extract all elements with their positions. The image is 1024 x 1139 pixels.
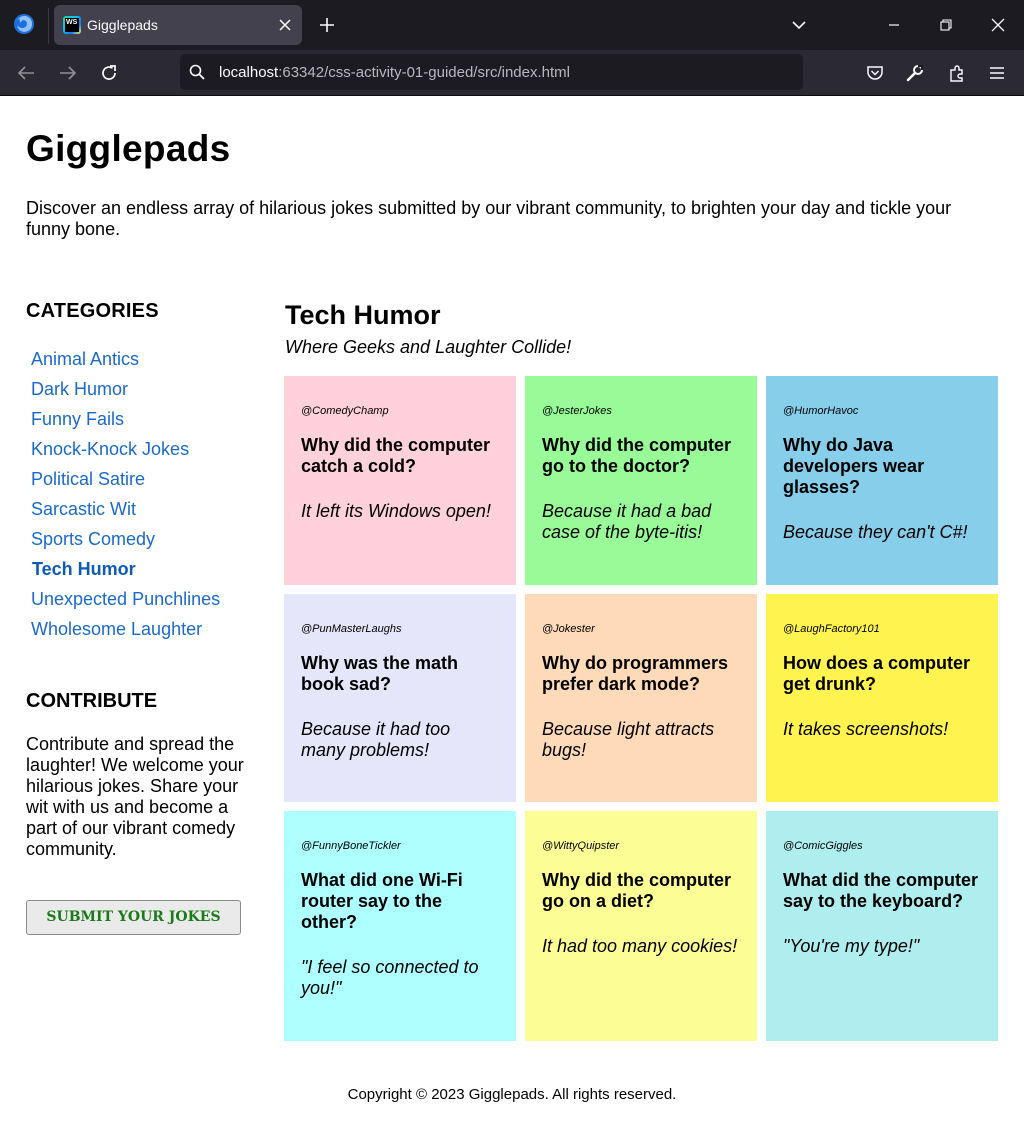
joke-answer: Because light attracts bugs! <box>542 719 715 760</box>
joke-card: @LaughFactory101 How does a computer get… <box>766 594 998 802</box>
browser-titlebar: WS Gigglepads <box>0 0 1024 50</box>
tab-title: Gigglepads <box>87 17 158 33</box>
joke-author: @JesterJokes <box>542 405 612 417</box>
joke-card: @WittyQuipster Why did the computer go o… <box>525 811 757 1041</box>
category-link-sports-comedy[interactable]: Sports Comedy <box>31 529 155 549</box>
joke-question: What did one Wi-Fi router say to the oth… <box>301 870 463 932</box>
section-subtitle: Where Geeks and Laughter Collide! <box>285 337 572 357</box>
category-item: Sports Comedy <box>26 529 246 559</box>
sidebar: CATEGORIES Animal Antics Dark Humor Funn… <box>26 300 246 649</box>
joke-author: @Jokester <box>542 623 595 635</box>
category-link-wholesome-laughter[interactable]: Wholesome Laughter <box>31 619 202 639</box>
joke-answer: "You're my type!" <box>783 936 920 956</box>
joke-question: Why did the computer catch a cold? <box>301 435 490 476</box>
joke-question: What did the computer say to the keyboar… <box>783 870 978 911</box>
joke-card: @JesterJokes Why did the computer go to … <box>525 376 757 585</box>
joke-author: @HumorHavoc <box>783 405 859 417</box>
search-icon <box>188 63 206 81</box>
webstorm-icon: WS <box>63 16 81 34</box>
category-link-animal-antics[interactable]: Animal Antics <box>31 349 139 369</box>
joke-answer: Because it had a bad case of the byte-it… <box>542 501 712 542</box>
category-list: Animal Antics Dark Humor Funny Fails Kno… <box>26 349 246 649</box>
contribute-text: Contribute and spread the laughter! We w… <box>26 734 244 859</box>
category-item: Funny Fails <box>26 409 246 439</box>
joke-answer: Because it had too many problems! <box>301 719 451 760</box>
joke-question: Why do Java developers wear glasses? <box>783 435 925 497</box>
contribute-heading: CONTRIBUTE <box>26 690 158 712</box>
section-title: Tech Humor <box>285 300 441 330</box>
category-item: Tech Humor <box>26 559 246 589</box>
joke-card: @HumorHavoc Why do Java developers wear … <box>766 376 998 585</box>
category-link-dark-humor[interactable]: Dark Humor <box>31 379 128 399</box>
category-item: Dark Humor <box>26 379 246 409</box>
pocket-icon[interactable] <box>863 61 887 85</box>
joke-card: @Jokester Why do programmers prefer dark… <box>525 594 757 802</box>
joke-card: @ComedyChamp Why did the computer catch … <box>284 376 516 585</box>
joke-answer: It takes screenshots! <box>783 719 949 739</box>
window-close-icon[interactable] <box>986 13 1010 37</box>
joke-author: @FunnyBoneTickler <box>301 840 401 852</box>
back-arrow-icon[interactable] <box>14 61 38 85</box>
url-text[interactable]: localhost:63342/css-activity-01-guided/s… <box>219 64 570 81</box>
new-tab-plus-icon[interactable] <box>316 14 338 36</box>
hamburger-menu-icon[interactable] <box>985 61 1009 85</box>
category-item: Wholesome Laughter <box>26 619 246 649</box>
extensions-icon[interactable] <box>945 61 969 85</box>
url-host: localhost <box>219 64 279 81</box>
joke-author: @ComedyChamp <box>301 405 389 417</box>
close-icon[interactable] <box>276 16 294 34</box>
joke-card: @FunnyBoneTickler What did one Wi-Fi rou… <box>284 811 516 1041</box>
category-link-knock-knock-jokes[interactable]: Knock-Knock Jokes <box>31 439 189 459</box>
joke-question: Why was the math book sad? <box>301 653 459 694</box>
joke-author: @WittyQuipster <box>542 840 620 852</box>
joke-question: Why do programmers prefer dark mode? <box>542 653 729 694</box>
category-item: Animal Antics <box>26 349 246 379</box>
joke-question: Why did the computer go on a diet? <box>542 870 731 911</box>
category-link-political-satire[interactable]: Political Satire <box>31 469 145 489</box>
address-bar[interactable]: localhost:63342/css-activity-01-guided/s… <box>180 54 803 90</box>
joke-author: @PunMasterLaughs <box>301 623 402 635</box>
page-content: Gigglepads Discover an endless array of … <box>0 96 1024 1139</box>
footer-copyright: Copyright © 2023 Gigglepads. All rights … <box>347 1086 677 1103</box>
category-link-unexpected-punchlines[interactable]: Unexpected Punchlines <box>31 589 220 609</box>
category-item: Knock-Knock Jokes <box>26 439 246 469</box>
joke-answer: "I feel so connected to you!" <box>301 957 479 998</box>
category-item: Political Satire <box>26 469 246 499</box>
chevron-down-icon[interactable] <box>788 14 810 36</box>
site-title: Gigglepads <box>26 128 231 169</box>
tab-separator <box>48 8 49 44</box>
categories-heading: CATEGORIES <box>26 300 159 322</box>
joke-question: How does a computer get drunk? <box>783 653 971 694</box>
minimize-icon[interactable] <box>882 13 906 37</box>
category-link-tech-humor[interactable]: Tech Humor <box>31 559 136 579</box>
site-intro: Discover an endless array of hilarious j… <box>26 198 952 239</box>
joke-card: @ComicGiggles What did the computer say … <box>766 811 998 1041</box>
category-item: Sarcastic Wit <box>26 499 246 529</box>
category-link-sarcastic-wit[interactable]: Sarcastic Wit <box>31 499 136 519</box>
browser-navbar: localhost:63342/css-activity-01-guided/s… <box>0 50 1024 96</box>
active-tab[interactable]: WS Gigglepads <box>54 5 302 45</box>
restore-icon[interactable] <box>934 13 958 37</box>
joke-answer: Because they can't C#! <box>783 522 968 542</box>
joke-author: @LaughFactory101 <box>783 623 880 635</box>
firefox-icon[interactable] <box>12 12 36 36</box>
submit-jokes-button[interactable]: SUBMIT YOUR JOKES <box>26 900 241 935</box>
joke-author: @ComicGiggles <box>783 840 863 852</box>
joke-card: @PunMasterLaughs Why was the math book s… <box>284 594 516 802</box>
reload-icon[interactable] <box>97 61 121 85</box>
category-link-funny-fails[interactable]: Funny Fails <box>31 409 124 429</box>
joke-question: Why did the computer go to the doctor? <box>542 435 731 476</box>
joke-answer: It left its Windows open! <box>301 501 491 521</box>
joke-answer: It had too many cookies! <box>542 936 738 956</box>
url-path: :63342/css-activity-01-guided/src/index.… <box>278 64 570 81</box>
forward-arrow-icon[interactable] <box>56 61 80 85</box>
category-item: Unexpected Punchlines <box>26 589 246 619</box>
wrench-icon[interactable] <box>903 61 927 85</box>
